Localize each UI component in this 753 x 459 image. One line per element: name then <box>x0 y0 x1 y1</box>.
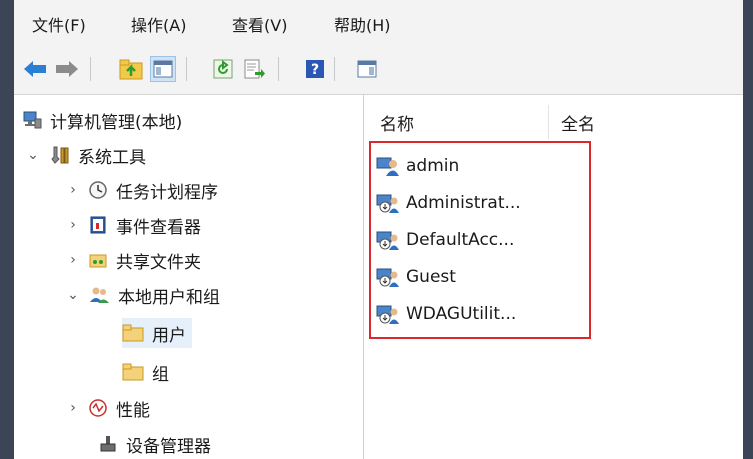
show-hide-action-pane-button[interactable] <box>354 56 380 82</box>
tree-label: 系统工具 <box>78 147 146 168</box>
tree-item-task-scheduler[interactable]: › 任务计划程序 <box>66 175 218 205</box>
device-manager-icon <box>100 436 116 452</box>
toolbar-separator <box>334 57 335 81</box>
tree-label: 本地用户和组 <box>118 287 220 308</box>
export-list-icon <box>244 59 265 79</box>
tree-label: 任务计划程序 <box>116 182 218 203</box>
back-button[interactable] <box>22 56 48 82</box>
window-frame-right <box>743 0 753 459</box>
chevron-right-icon[interactable]: › <box>66 217 80 233</box>
tree-label: 共享文件夹 <box>116 252 201 273</box>
tree-item-performance[interactable]: › 性能 <box>66 393 150 423</box>
export-list-button[interactable] <box>242 56 268 82</box>
computer-management-icon <box>23 111 42 129</box>
refresh-icon <box>213 59 233 79</box>
tree-label: 性能 <box>116 400 150 421</box>
window-frame-left <box>0 0 14 459</box>
svg-text:?: ? <box>311 62 319 78</box>
toolbar-separator <box>90 57 91 81</box>
tree-label: 设备管理器 <box>126 436 211 457</box>
up-one-level-button[interactable] <box>118 56 144 82</box>
tree-item-users[interactable]: 用户 <box>122 318 192 348</box>
up-folder-icon <box>119 59 143 80</box>
event-viewer-icon <box>90 216 106 234</box>
chevron-down-icon[interactable]: ⌄ <box>66 287 80 303</box>
forward-button[interactable] <box>54 56 80 82</box>
tree-label: 计算机管理(本地) <box>50 112 183 133</box>
back-arrow-icon <box>24 61 46 77</box>
refresh-button[interactable] <box>210 56 236 82</box>
column-header-full-name[interactable]: 全名 <box>561 110 595 135</box>
show-hide-tree-icon <box>153 60 173 78</box>
system-tools-icon <box>51 146 69 164</box>
clock-icon <box>89 181 107 199</box>
tree-item-system-tools[interactable]: ⌄ 系统工具 <box>26 140 146 170</box>
performance-icon <box>89 399 107 417</box>
chevron-right-icon[interactable]: › <box>66 182 80 198</box>
folder-icon <box>122 324 144 342</box>
tree-item-local-users-groups[interactable]: ⌄ 本地用户和组 <box>66 280 220 310</box>
column-divider[interactable] <box>548 105 549 139</box>
red-highlight-annotation <box>369 141 591 339</box>
toolbar-separator <box>278 57 279 81</box>
help-icon: ? <box>306 60 324 78</box>
tree-label: 事件查看器 <box>116 217 201 238</box>
toolbar-separator <box>186 57 187 81</box>
menu-help[interactable]: 帮助(H) <box>334 12 391 36</box>
forward-arrow-icon <box>56 61 78 77</box>
column-header-name[interactable]: 名称 <box>380 110 414 135</box>
tree-label: 组 <box>152 364 169 385</box>
tree-item-computer-management[interactable]: 计算机管理(本地) <box>22 105 182 135</box>
menu-view[interactable]: 查看(V) <box>232 12 287 36</box>
menu-bar: 文件(F) 操作(A) 查看(V) 帮助(H) <box>14 0 743 44</box>
show-hide-console-tree-button[interactable] <box>150 56 176 82</box>
toolbar: ? <box>14 44 743 95</box>
users-group-icon <box>90 287 109 303</box>
help-button[interactable]: ? <box>302 56 328 82</box>
tree-item-groups[interactable]: 组 <box>122 357 169 387</box>
chevron-right-icon[interactable]: › <box>66 252 80 268</box>
menu-file[interactable]: 文件(F) <box>32 12 86 36</box>
chevron-right-icon[interactable]: › <box>66 400 80 416</box>
tree-item-event-viewer[interactable]: › 事件查看器 <box>66 210 201 240</box>
tree-item-shared-folders[interactable]: › 共享文件夹 <box>66 245 201 275</box>
chevron-down-icon[interactable]: ⌄ <box>26 147 40 163</box>
computer-management-window: 文件(F) 操作(A) 查看(V) 帮助(H) ? 计算机管理(本地) ⌄ 系统… <box>14 0 743 459</box>
user-list-pane: 名称 全名 admin Administrat... DefaultAcc...… <box>368 95 743 459</box>
folder-icon <box>122 363 144 381</box>
action-pane-icon <box>357 60 377 78</box>
tree-item-device-manager[interactable]: 设备管理器 <box>98 429 211 459</box>
tree-label: 用户 <box>152 325 186 346</box>
shared-folder-icon <box>89 254 107 268</box>
menu-action[interactable]: 操作(A) <box>131 12 186 36</box>
console-tree: 计算机管理(本地) ⌄ 系统工具 › 任务计划程序 › 事件查看器 › 共享文件… <box>14 95 364 459</box>
